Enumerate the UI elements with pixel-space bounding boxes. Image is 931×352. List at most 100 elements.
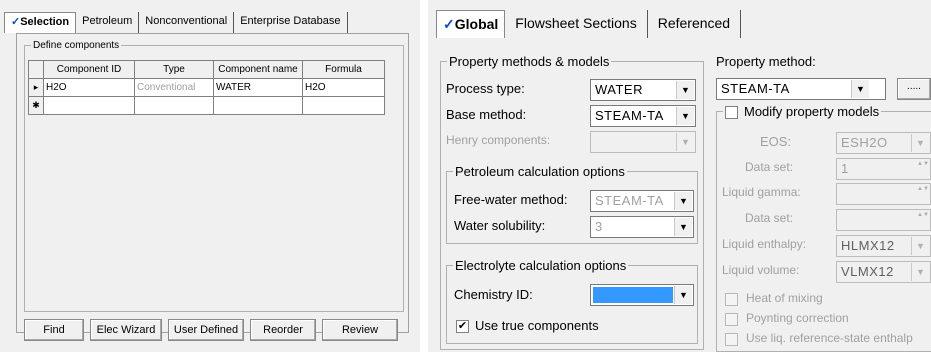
heat-of-mixing-label: Heat of mixing bbox=[746, 291, 823, 305]
water-solubility-dropdown[interactable]: 3 ▼ bbox=[590, 216, 694, 238]
modify-property-models-label: Modify property models bbox=[744, 104, 880, 119]
property-method-more-button[interactable]: ..... bbox=[897, 78, 931, 100]
property-methods-label: Property methods & models bbox=[449, 54, 610, 69]
process-type-dropdown[interactable]: WATER ▼ bbox=[590, 79, 696, 101]
henry-components-label: Henry components: bbox=[446, 133, 551, 147]
chevron-down-icon[interactable]: ▼ bbox=[911, 263, 929, 281]
tab-flowsheet-sections[interactable]: Flowsheet Sections bbox=[505, 10, 648, 38]
col-header-formula[interactable]: Formula bbox=[302, 60, 385, 79]
liquid-enthalpy-dropdown[interactable]: HLMX12 ▼ bbox=[836, 235, 931, 257]
property-method-value: STEAM-TA bbox=[721, 81, 790, 96]
eos-data-set-field[interactable]: 1 ▲▼ bbox=[836, 158, 931, 180]
gamma-data-set-field[interactable]: ▲▼ bbox=[836, 209, 931, 231]
liquid-gamma-dropdown[interactable]: ▲▼ bbox=[836, 183, 931, 205]
process-type-value: WATER bbox=[595, 82, 643, 97]
use-true-components-checkbox[interactable]: ✔ bbox=[456, 320, 469, 333]
chemistry-id-dropdown[interactable]: ▼ bbox=[590, 284, 694, 306]
property-method-dropdown[interactable]: STEAM-TA ▼ bbox=[716, 78, 886, 100]
cell-formula[interactable] bbox=[302, 96, 385, 115]
modify-property-models-legend: Modify property models bbox=[723, 104, 881, 120]
tab-petroleum[interactable]: Petroleum bbox=[76, 12, 140, 33]
eos-dropdown[interactable]: ESH2O ▼ bbox=[836, 132, 931, 154]
checkmark-icon: ✓ bbox=[11, 16, 21, 28]
chevron-down-icon[interactable]: ▼ bbox=[676, 107, 694, 125]
cell-component-name[interactable] bbox=[213, 96, 303, 115]
find-button[interactable]: Find bbox=[24, 319, 84, 341]
liquid-volume-label: Liquid volume: bbox=[722, 263, 800, 277]
chevron-down-icon[interactable]: ▼ bbox=[674, 286, 692, 304]
cell-component-name[interactable]: WATER bbox=[213, 78, 303, 97]
current-row-arrow-icon[interactable]: ▸ bbox=[28, 78, 44, 97]
henry-components-dropdown[interactable]: ▼ bbox=[590, 131, 696, 153]
liquid-enthalpy-label: Liquid enthalpy: bbox=[722, 237, 807, 251]
gamma-data-set-label: Data set: bbox=[745, 211, 794, 225]
chevron-down-icon[interactable]: ▼ bbox=[674, 218, 692, 236]
spin-arrows-icon[interactable]: ▲▼ bbox=[917, 211, 929, 229]
cell-type[interactable]: Conventional bbox=[134, 78, 214, 97]
tab-flowsheet-sections-label: Flowsheet Sections bbox=[515, 15, 637, 31]
electrolyte-options-label: Electrolyte calculation options bbox=[455, 258, 627, 273]
new-row-asterisk-icon[interactable]: ✱ bbox=[28, 96, 44, 115]
table-header-row: Component ID Type Component name Formula bbox=[28, 60, 385, 79]
eos-data-set-label: Data set: bbox=[745, 160, 794, 174]
left-tab-strip: ✓Selection Petroleum Nonconventional Ent… bbox=[4, 12, 348, 33]
liquid-volume-dropdown[interactable]: VLMX12 ▼ bbox=[836, 261, 931, 283]
free-water-method-dropdown[interactable]: STEAM-TA ▼ bbox=[590, 190, 694, 212]
modify-property-models-checkbox[interactable] bbox=[725, 106, 738, 120]
chevron-down-icon[interactable]: ▼ bbox=[911, 134, 929, 152]
tab-enterprise-database-label: Enterprise Database bbox=[240, 15, 341, 27]
spin-arrows-icon[interactable]: ▲▼ bbox=[917, 185, 929, 203]
elec-wizard-button[interactable]: Elec Wizard bbox=[90, 319, 162, 341]
chemistry-id-label: Chemistry ID: bbox=[454, 287, 533, 302]
col-header-component-name[interactable]: Component name bbox=[213, 60, 303, 79]
use-liq-reference-checkbox[interactable] bbox=[725, 333, 738, 346]
cell-component-id[interactable] bbox=[43, 96, 135, 115]
table-row[interactable]: ▸ H2O Conventional WATER H2O bbox=[28, 78, 385, 97]
components-table: Component ID Type Component name Formula… bbox=[28, 60, 385, 115]
define-components-label: Define components bbox=[33, 40, 120, 51]
chevron-down-icon[interactable]: ▼ bbox=[676, 133, 694, 151]
tab-selection-label: Selection bbox=[20, 16, 70, 28]
col-header-component-id[interactable]: Component ID bbox=[43, 60, 135, 79]
chevron-down-icon[interactable]: ▼ bbox=[911, 237, 929, 255]
checkmark-icon: ✓ bbox=[443, 16, 455, 32]
water-solubility-value: 3 bbox=[595, 219, 603, 234]
row-selector-header bbox=[28, 60, 44, 79]
petroleum-options-label: Petroleum calculation options bbox=[455, 164, 625, 179]
eos-data-set-value: 1 bbox=[841, 161, 849, 176]
heat-of-mixing-checkbox[interactable] bbox=[725, 293, 738, 306]
cell-component-id[interactable]: H2O bbox=[43, 78, 135, 97]
free-water-method-value: STEAM-TA bbox=[595, 193, 664, 208]
table-new-row[interactable]: ✱ bbox=[28, 96, 385, 115]
property-method-label: Property method: bbox=[716, 54, 816, 69]
tab-global[interactable]: ✓Global bbox=[436, 10, 506, 38]
spin-arrows-icon[interactable]: ▲▼ bbox=[917, 160, 929, 178]
cell-formula[interactable]: H2O bbox=[302, 78, 385, 97]
review-button[interactable]: Review bbox=[322, 319, 398, 341]
process-type-label: Process type: bbox=[446, 81, 525, 96]
chevron-down-icon[interactable]: ▼ bbox=[676, 81, 694, 99]
tab-referenced-label: Referenced bbox=[657, 15, 731, 31]
liquid-gamma-label: Liquid gamma: bbox=[722, 185, 801, 199]
base-method-dropdown[interactable]: STEAM-TA ▼ bbox=[590, 105, 696, 127]
cell-type[interactable] bbox=[134, 96, 214, 115]
user-defined-button[interactable]: User Defined bbox=[168, 319, 244, 341]
use-true-components-label: Use true components bbox=[475, 318, 599, 333]
chemistry-id-swatch bbox=[593, 287, 673, 303]
reorder-button[interactable]: Reorder bbox=[250, 319, 316, 341]
liquid-volume-value: VLMX12 bbox=[841, 264, 894, 279]
tab-referenced[interactable]: Referenced bbox=[648, 10, 742, 38]
base-method-label: Base method: bbox=[446, 107, 527, 122]
col-header-type[interactable]: Type bbox=[134, 60, 214, 79]
chevron-down-icon[interactable]: ▼ bbox=[851, 80, 869, 98]
chevron-down-icon[interactable]: ▼ bbox=[674, 192, 692, 210]
tab-enterprise-database[interactable]: Enterprise Database bbox=[234, 12, 348, 33]
tab-selection[interactable]: ✓Selection bbox=[4, 12, 77, 33]
tab-nonconventional-label: Nonconventional bbox=[145, 15, 228, 27]
tab-nonconventional[interactable]: Nonconventional bbox=[139, 12, 235, 33]
eos-value: ESH2O bbox=[841, 135, 888, 150]
poynting-correction-label: Poynting correction bbox=[746, 311, 849, 325]
free-water-method-label: Free-water method: bbox=[454, 192, 568, 207]
eos-label: EOS: bbox=[760, 134, 792, 149]
poynting-correction-checkbox[interactable] bbox=[725, 313, 738, 326]
